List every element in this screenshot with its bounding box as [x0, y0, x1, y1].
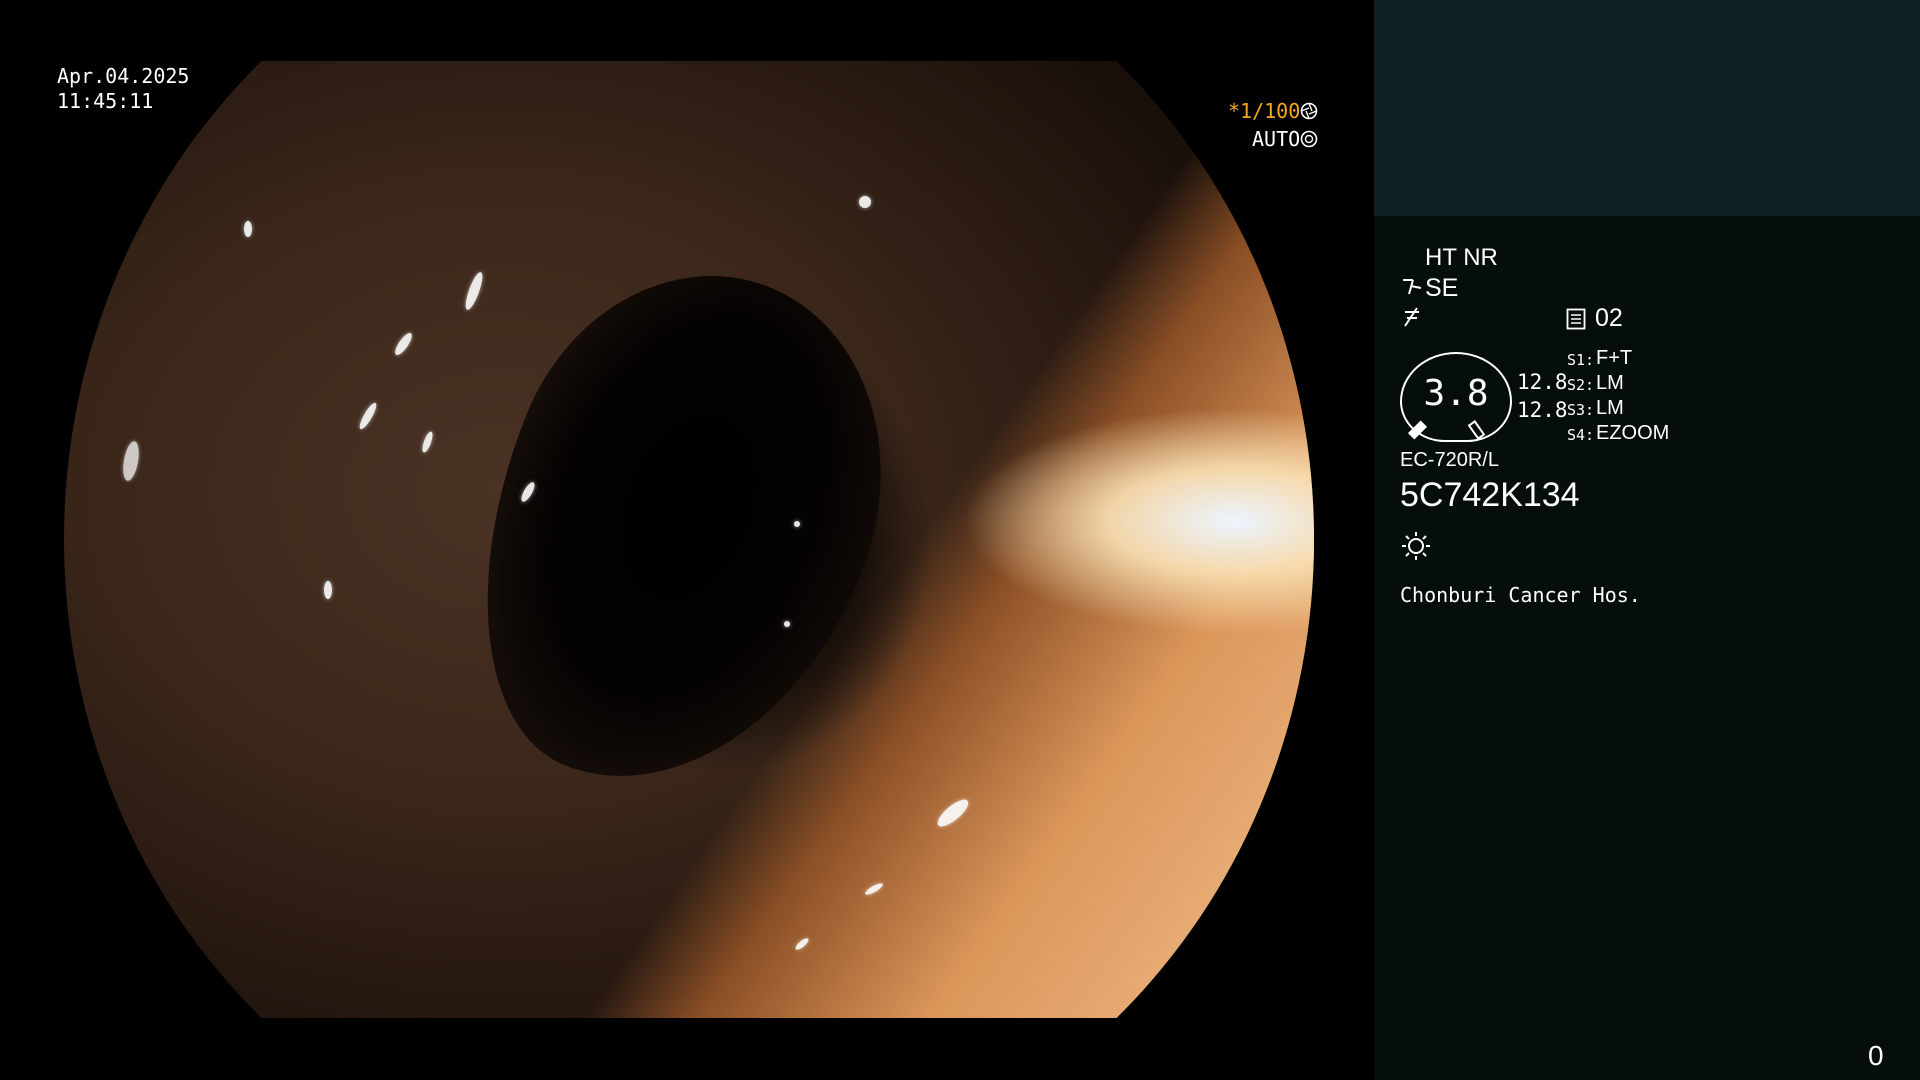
date-label: Apr.04.2025	[57, 64, 190, 88]
scope-model: EC-720R/L	[1400, 449, 1499, 471]
zoom-value: 3.8	[1423, 373, 1489, 414]
switch-1-value: F+T	[1596, 347, 1633, 369]
switch-3-key: S3:	[1567, 401, 1595, 419]
time-label: 11:45:11	[57, 89, 154, 113]
info-panel	[1374, 216, 1920, 1080]
enhance-icon	[1404, 307, 1419, 327]
left-value-1: 12.8	[1517, 370, 1568, 394]
mode-labels: HT NR	[1425, 244, 1498, 271]
switch-4-value: EZOOM	[1596, 422, 1670, 444]
left-value-2: 12.8	[1517, 398, 1568, 422]
se-label: SE	[1425, 274, 1459, 302]
switch-2-key: S2:	[1567, 376, 1595, 394]
hospital-name: Chonburi Cancer Hos.	[1400, 583, 1641, 607]
iris-icon	[1300, 130, 1318, 148]
counter: 0	[1868, 1040, 1884, 1071]
memory-value: 02	[1595, 304, 1623, 332]
shutter-speed: *1/100	[1228, 99, 1301, 123]
endoscope-image	[64, 61, 1314, 1018]
aperture-icon	[1300, 102, 1318, 120]
endoscopy-screen: Apr.04.2025 11:45:11 *1/100 AUTO HT NR S…	[0, 0, 1920, 1080]
switch-4-key: S4:	[1567, 426, 1595, 444]
lumen	[410, 220, 948, 842]
switch-2-value: LM	[1596, 372, 1624, 394]
auto-label: AUTO	[1252, 127, 1301, 151]
light-sun-icon	[1402, 532, 1430, 560]
scope-serial: 5C742K134	[1400, 476, 1580, 514]
switch-1-key: S1:	[1567, 351, 1595, 369]
scope-tip-icon	[1403, 279, 1422, 295]
switch-3-value: LM	[1596, 397, 1624, 419]
memory-card-icon	[1566, 308, 1586, 330]
panel-header-area	[1374, 0, 1920, 216]
